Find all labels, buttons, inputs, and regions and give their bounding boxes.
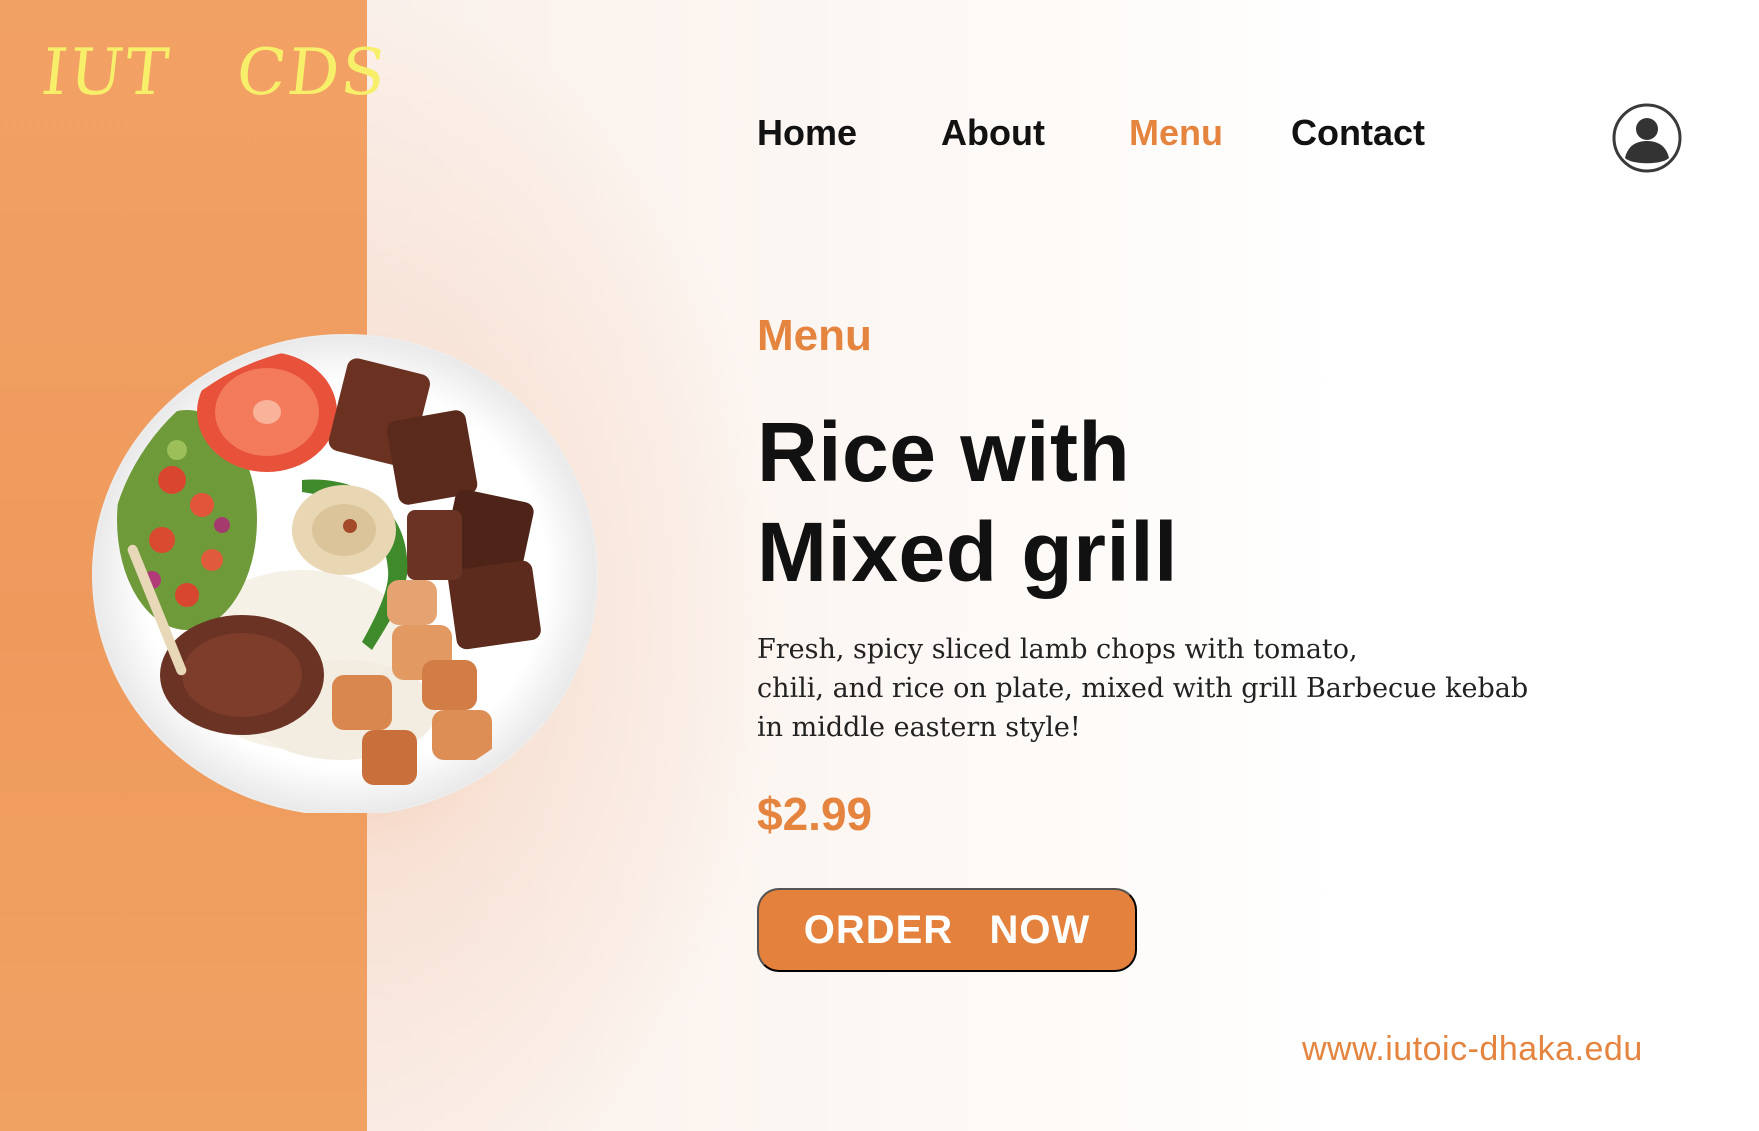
nav-item-home[interactable]: Home [757, 112, 857, 154]
nav-item-menu[interactable]: Menu [1129, 112, 1223, 154]
order-now-button[interactable]: ORDER NOW [757, 888, 1137, 972]
dish-description: Fresh, spicy sliced lamb chops with toma… [757, 630, 1577, 747]
nav-item-about[interactable]: About [941, 112, 1045, 154]
section-eyebrow: Menu [757, 311, 872, 360]
dish-description-line-1: Fresh, spicy sliced lamb chops with toma… [757, 634, 1358, 665]
dish-description-line-2: chili, and rice on plate, mixed with gri… [757, 673, 1529, 704]
user-circle-icon[interactable] [1612, 103, 1682, 173]
mixed-grill-plate-image [92, 334, 598, 813]
dish-title-line-1: Rice with [757, 405, 1131, 499]
dish-title: Rice with Mixed grill [757, 402, 1178, 602]
brand-logo[interactable]: IUT CDS [38, 36, 391, 110]
dish-price: $2.99 [757, 788, 873, 840]
dish-title-line-2: Mixed grill [757, 505, 1178, 599]
nav-item-contact[interactable]: Contact [1291, 112, 1425, 154]
dish-description-line-3: in middle eastern style! [757, 712, 1081, 743]
website-url-link[interactable]: www.iutoic-dhaka.edu [1302, 1030, 1643, 1069]
